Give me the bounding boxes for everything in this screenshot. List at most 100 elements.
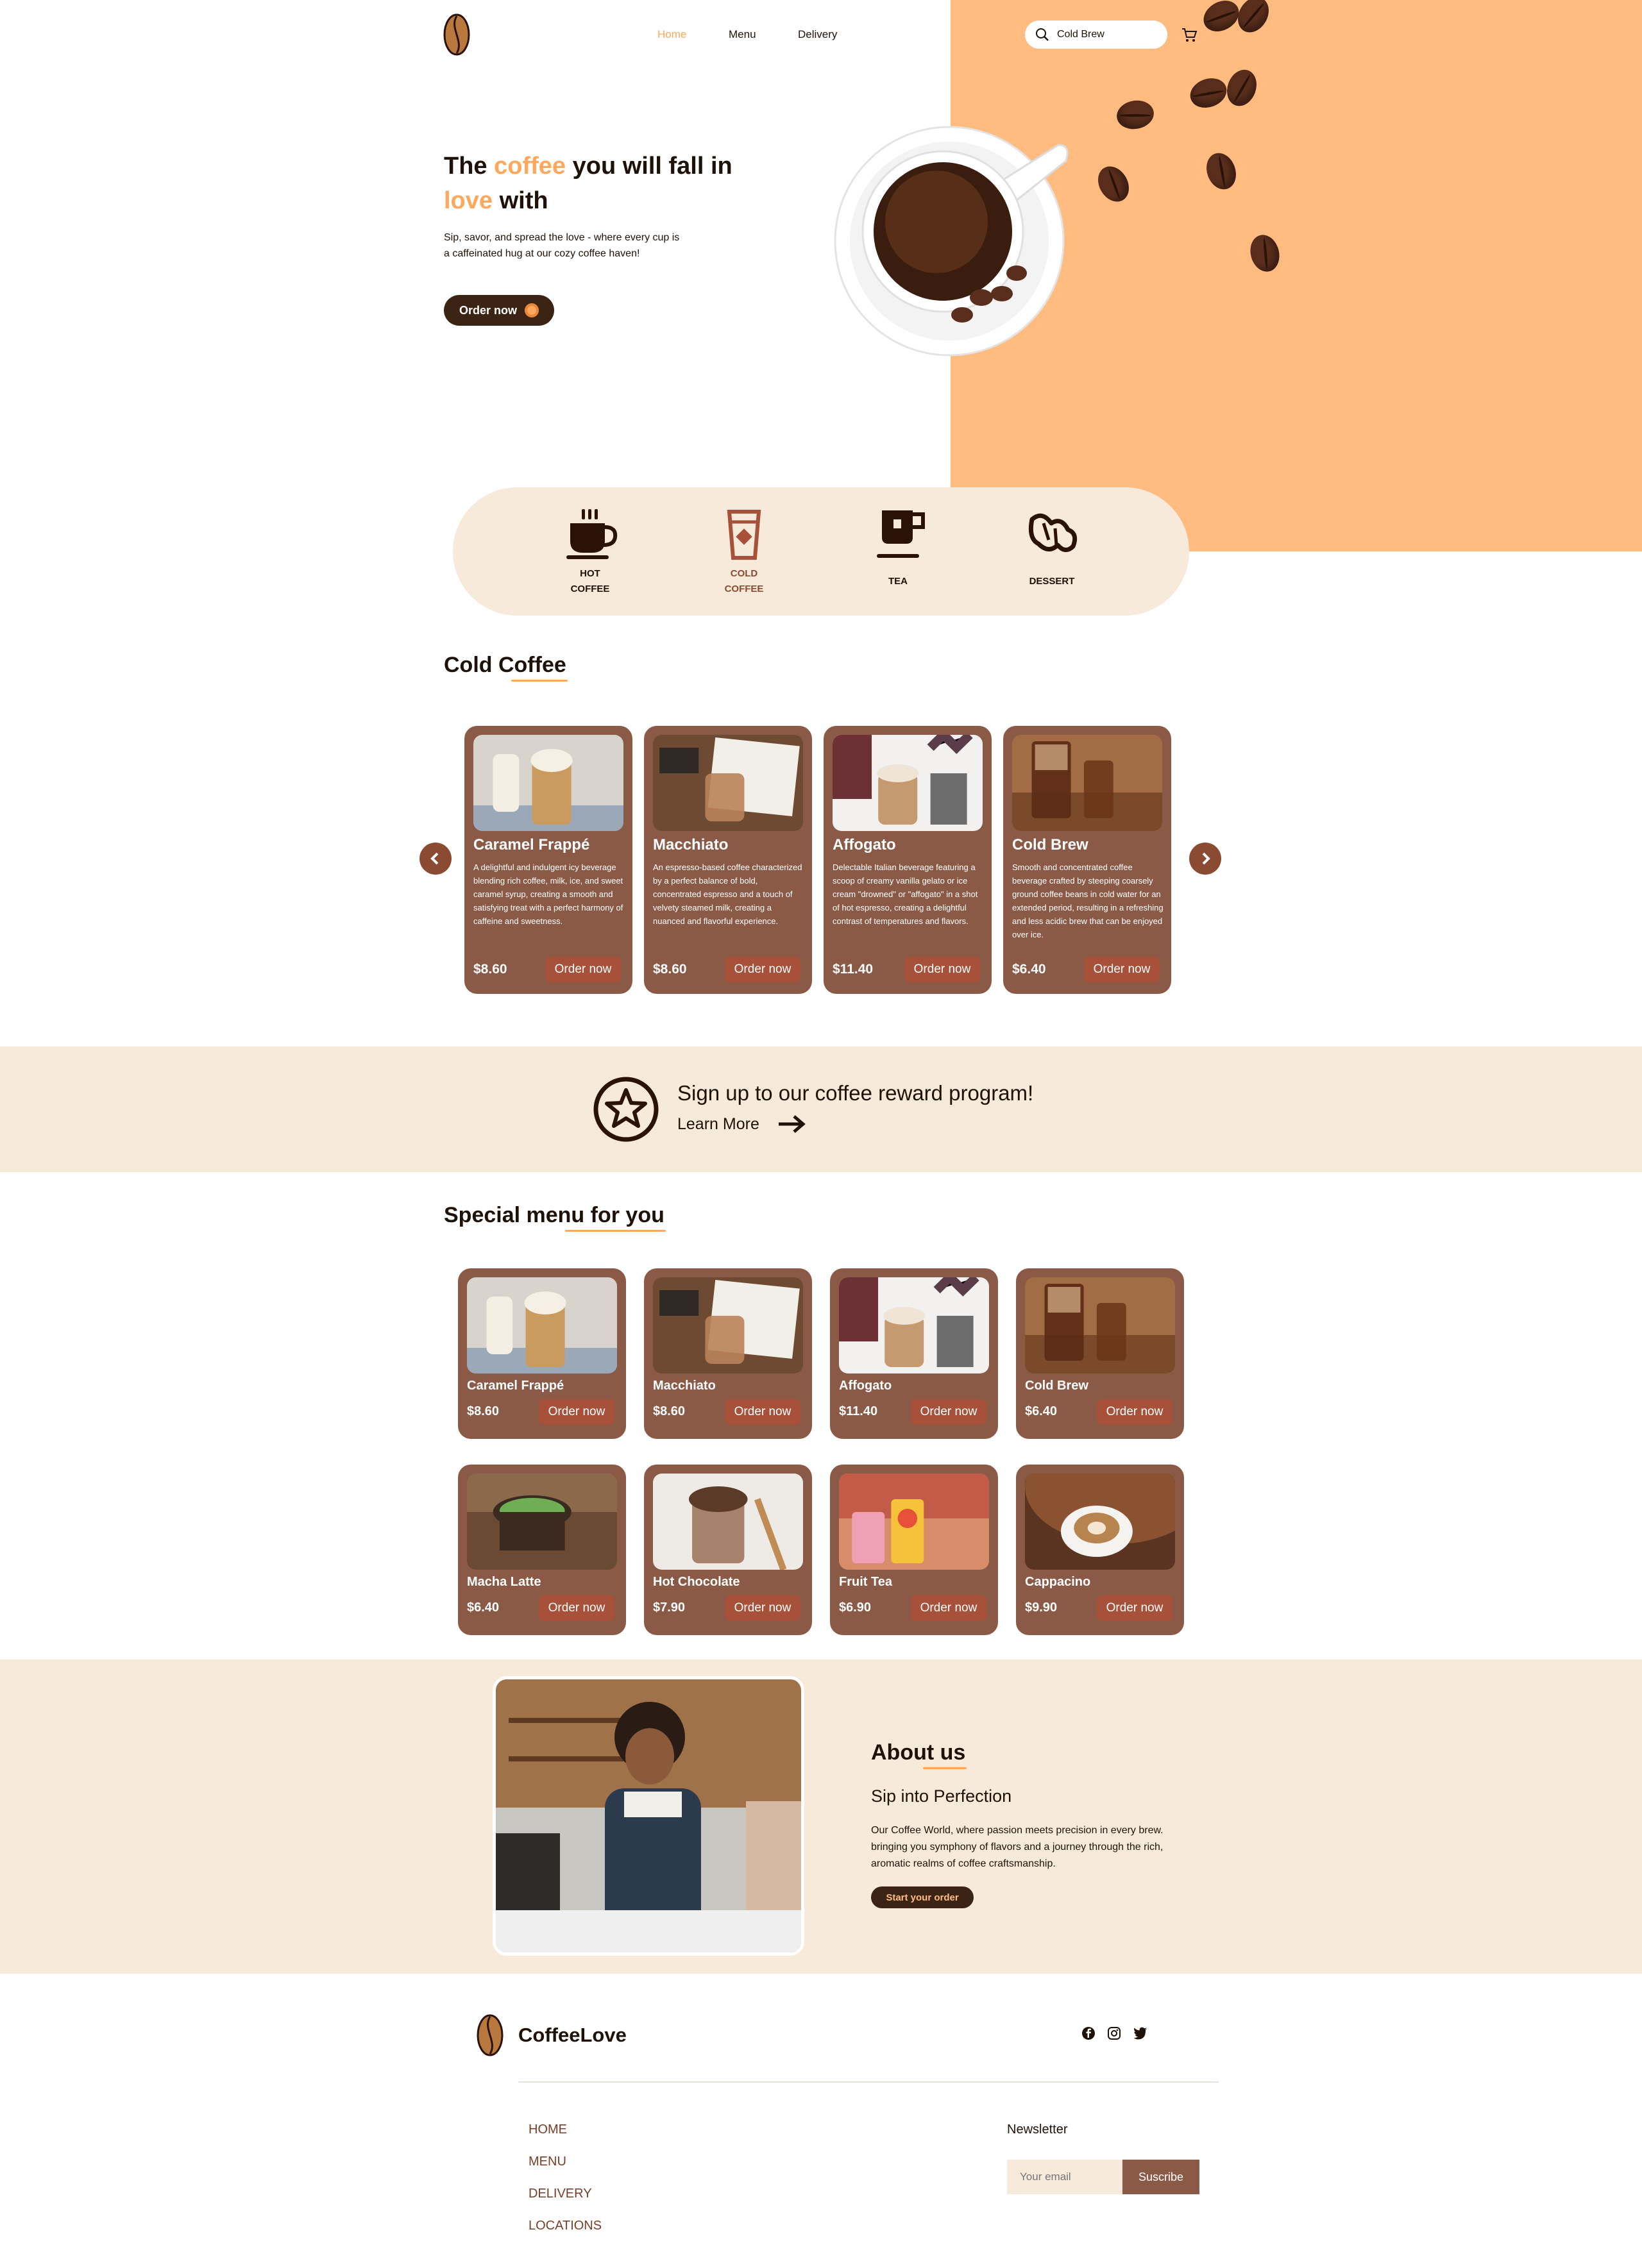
order-now-button[interactable]: Order now bbox=[725, 1595, 800, 1621]
barista-photo bbox=[493, 1676, 804, 1956]
cold-card-caramel-frappe: Caramel Frappé A delightful and indulgen… bbox=[464, 726, 632, 994]
nav-delivery[interactable]: Delivery bbox=[798, 28, 837, 41]
card-description: A delightful and indulgent icy beverage … bbox=[473, 862, 623, 926]
order-now-button[interactable]: Order now bbox=[1097, 1399, 1172, 1425]
logo-bean-icon[interactable] bbox=[443, 13, 471, 56]
card-price: $11.40 bbox=[833, 962, 874, 977]
order-now-button[interactable]: Order now bbox=[911, 1399, 986, 1425]
order-now-button[interactable]: Order now bbox=[545, 957, 621, 982]
order-now-button[interactable]: Order now bbox=[725, 957, 800, 982]
newsletter-title: Newsletter bbox=[1007, 2122, 1068, 2137]
order-now-button[interactable]: Order now bbox=[539, 1595, 614, 1621]
hot-coffee-icon bbox=[566, 509, 618, 559]
order-now-button[interactable]: Order now bbox=[911, 1595, 986, 1621]
affogato-photo bbox=[839, 1277, 989, 1373]
facebook-icon[interactable] bbox=[1081, 2026, 1096, 2040]
carousel-next-button[interactable] bbox=[1189, 843, 1221, 875]
cookie-icon bbox=[525, 303, 539, 317]
about-subtitle: Sip into Perfection bbox=[871, 1786, 1012, 1806]
card-price: $7.90 bbox=[653, 1600, 686, 1615]
chevron-right-icon bbox=[1202, 852, 1210, 865]
card-price: $11.40 bbox=[839, 1404, 878, 1418]
hero-order-button[interactable]: Order now bbox=[444, 295, 554, 326]
search-input[interactable]: Cold Brew bbox=[1057, 29, 1105, 40]
dessert-icon bbox=[1028, 513, 1078, 552]
cold-card-macchiato: Macchiato An espresso-based coffee chara… bbox=[644, 726, 812, 994]
footer-link-menu[interactable]: MENU bbox=[529, 2155, 566, 2169]
card-description: Delectable Italian beverage featuring a … bbox=[833, 862, 978, 926]
order-now-button[interactable]: Order now bbox=[725, 1399, 800, 1425]
card-name: Caramel Frappé bbox=[473, 836, 590, 853]
card-name: Macha Latte bbox=[467, 1575, 541, 1589]
footer-logo-icon[interactable] bbox=[476, 2013, 504, 2057]
cold-brew-photo bbox=[1025, 1277, 1175, 1373]
order-now-button[interactable]: Order now bbox=[1097, 1595, 1172, 1621]
card-name: Macchiato bbox=[653, 1379, 716, 1393]
card-name: Cappacino bbox=[1025, 1575, 1091, 1589]
newsletter-email-input[interactable] bbox=[1007, 2160, 1122, 2194]
nav-menu[interactable]: Menu bbox=[729, 28, 756, 41]
cold-card-affogato: Affogato Delectable Italian beverage fea… bbox=[824, 726, 992, 994]
subscribe-button[interactable]: Suscribe bbox=[1122, 2160, 1199, 2194]
hero-title: The coffee you will fall in love with bbox=[444, 153, 732, 214]
about-title: About us bbox=[871, 1740, 967, 1769]
special-card-affogato: Affogato $11.40 Order now bbox=[830, 1268, 998, 1439]
card-name: Hot Chocolate bbox=[653, 1575, 740, 1589]
special-menu-title: Special menu for you bbox=[444, 1203, 666, 1232]
twitter-icon[interactable] bbox=[1133, 2026, 1148, 2040]
card-price: $6.40 bbox=[1025, 1404, 1058, 1418]
star-badge-icon bbox=[593, 1076, 659, 1143]
macha-latte-photo bbox=[467, 1474, 617, 1570]
cold-brew-photo bbox=[1012, 735, 1162, 831]
search-box[interactable]: Cold Brew bbox=[1025, 21, 1167, 49]
order-now-button[interactable]: Order now bbox=[904, 957, 980, 982]
cart-icon[interactable] bbox=[1180, 26, 1198, 44]
card-name: Affogato bbox=[833, 836, 896, 853]
card-price: $6.40 bbox=[1012, 962, 1046, 977]
card-name: Fruit Tea bbox=[839, 1575, 892, 1589]
cold-coffee-icon bbox=[727, 510, 761, 560]
cold-card-cold-brew: Cold Brew Smooth and concentrated coffee… bbox=[1003, 726, 1171, 994]
arrow-right-icon bbox=[778, 1115, 806, 1133]
chevron-left-icon bbox=[430, 852, 439, 865]
order-now-button[interactable]: Order now bbox=[539, 1399, 614, 1425]
start-order-button[interactable]: Start your order bbox=[871, 1886, 974, 1908]
special-card-hot-chocolate: Hot Chocolate $7.90 Order now bbox=[644, 1465, 812, 1635]
special-card-fruit-tea: Fruit Tea $6.90 Order now bbox=[830, 1465, 998, 1635]
learn-more-link[interactable]: Learn More bbox=[677, 1114, 806, 1134]
cold-coffee-title: Cold Coffee bbox=[444, 653, 568, 682]
tea-icon bbox=[877, 510, 925, 558]
instagram-icon[interactable] bbox=[1107, 2026, 1121, 2040]
card-price: $8.60 bbox=[653, 1404, 686, 1418]
category-hot-coffee[interactable]: HOT COFFEE bbox=[552, 508, 629, 604]
macchiato-photo bbox=[653, 735, 803, 831]
nav-home[interactable]: Home bbox=[657, 28, 686, 41]
footer-link-locations[interactable]: LOCATIONS bbox=[529, 2219, 602, 2233]
order-now-button[interactable]: Order now bbox=[1084, 957, 1160, 982]
footer-brand: CoffeeLove bbox=[518, 2024, 627, 2046]
reward-banner bbox=[0, 1046, 1642, 1172]
card-description: An espresso-based coffee characterized b… bbox=[653, 862, 802, 926]
card-price: $9.90 bbox=[1025, 1600, 1058, 1615]
card-price: $6.90 bbox=[839, 1600, 872, 1615]
footer-link-home[interactable]: HOME bbox=[529, 2122, 567, 2137]
card-name: Caramel Frappé bbox=[467, 1379, 564, 1393]
search-icon bbox=[1036, 28, 1049, 41]
caramel-frappe-photo bbox=[467, 1277, 617, 1373]
category-tea[interactable]: TEA bbox=[859, 508, 936, 604]
card-name: Macchiato bbox=[653, 836, 729, 853]
carousel-prev-button[interactable] bbox=[419, 843, 452, 875]
special-card-macchiato: Macchiato $8.60 Order now bbox=[644, 1268, 812, 1439]
footer-divider bbox=[518, 2081, 1219, 2083]
macchiato-photo bbox=[653, 1277, 803, 1373]
caramel-frappe-photo bbox=[473, 735, 623, 831]
category-cold-coffee[interactable]: COLD COFFEE bbox=[706, 508, 783, 604]
special-card-cappacino: Cappacino $9.90 Order now bbox=[1016, 1465, 1184, 1635]
about-text: Our Coffee World, where passion meets pr… bbox=[871, 1825, 1164, 1869]
footer-link-delivery[interactable]: DELIVERY bbox=[529, 2187, 592, 2201]
social-links bbox=[1081, 2026, 1148, 2040]
reward-title: Sign up to our coffee reward program! bbox=[677, 1081, 1034, 1105]
special-card-caramel-frappe: Caramel Frappé $8.60 Order now bbox=[458, 1268, 626, 1439]
category-dessert[interactable]: DESSERT bbox=[1013, 508, 1090, 604]
fruit-tea-photo bbox=[839, 1474, 989, 1570]
